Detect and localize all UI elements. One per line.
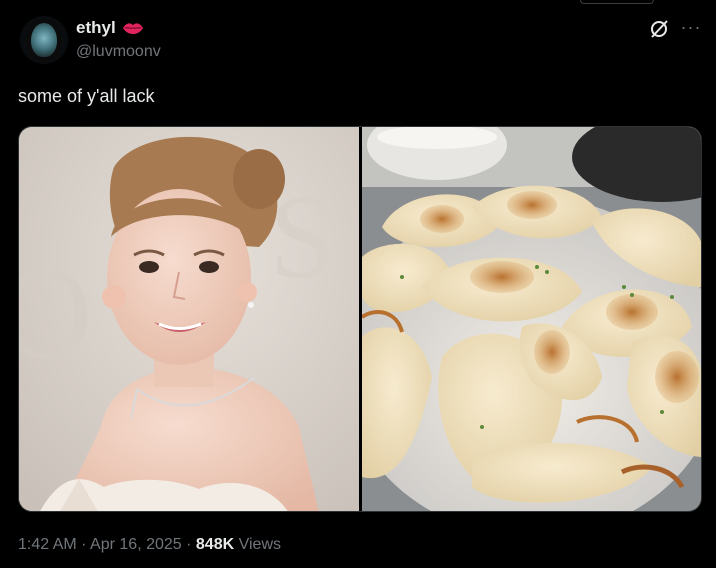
post-date[interactable]: Apr 16, 2025 [90,536,182,553]
avatar[interactable] [20,16,68,64]
views-label: Views [238,536,281,553]
more-icon[interactable]: ··· [680,18,702,40]
meta-separator: · [186,536,192,553]
photo-woman-illustration: S O [19,127,359,511]
svg-text:O: O [19,242,93,386]
avatar-face [31,23,57,57]
views-count: 848K [195,536,235,553]
display-name[interactable]: ethyl [76,18,116,38]
post-time[interactable]: 1:42 AM [18,536,77,553]
post-meta: 1:42 AM · Apr 16, 2025 · 848K Views [18,536,281,554]
author-name-row: ethyl [76,18,144,38]
media-grid: S O [18,126,702,512]
grok-icon[interactable] [648,18,670,40]
lips-icon [122,23,143,34]
scroll-indicator [580,0,654,4]
tweet-text: some of y'all lack [18,86,155,106]
user-handle[interactable]: @luvmoonv [76,43,161,61]
meta-separator: · [81,536,87,553]
photo-dumplings[interactable] [362,127,701,511]
photo-dumplings-illustration [362,127,701,511]
photo-woman[interactable]: S O [19,127,359,511]
